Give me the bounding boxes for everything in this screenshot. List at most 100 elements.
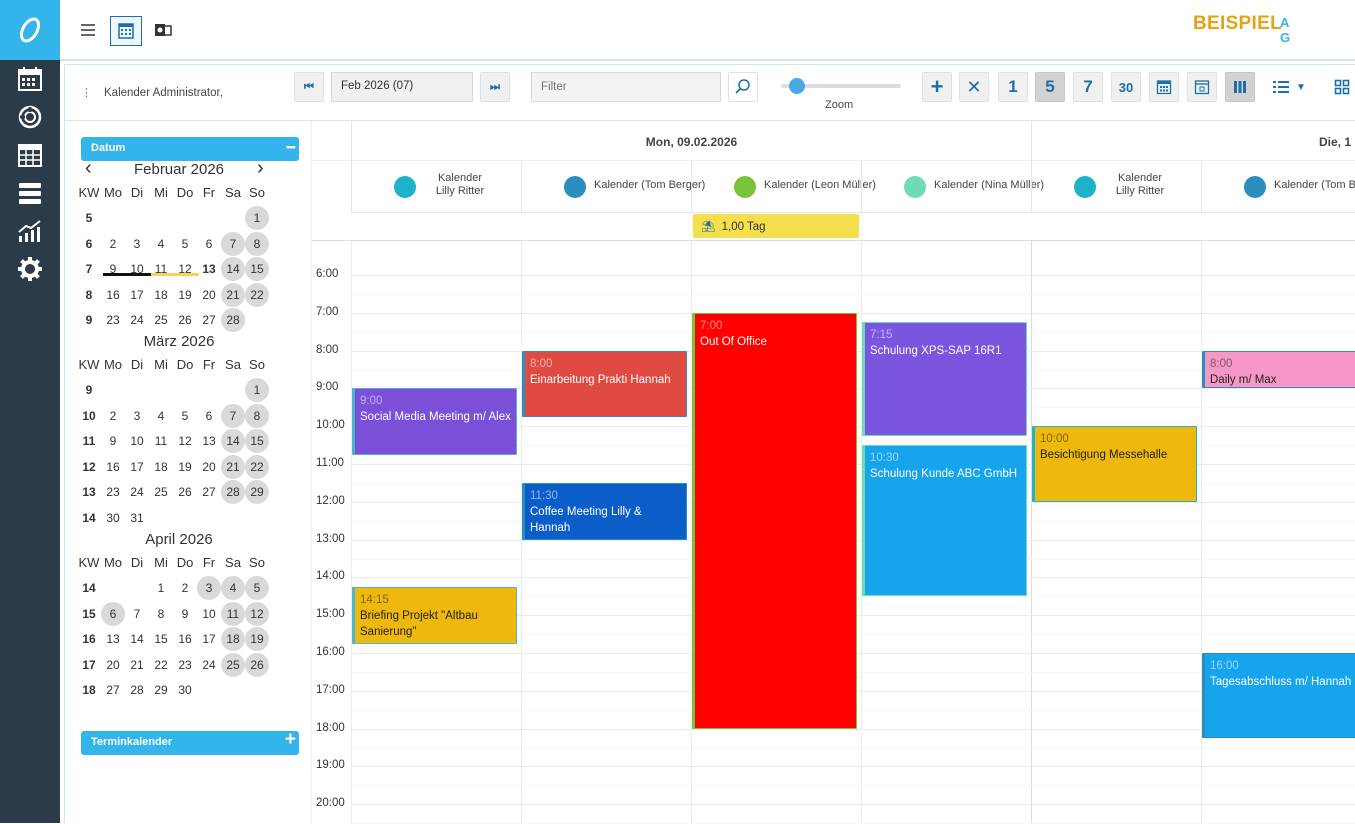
- calendar-day[interactable]: 28: [125, 678, 149, 702]
- calendar-day[interactable]: 1: [149, 576, 173, 600]
- calendar-day[interactable]: 13: [197, 429, 221, 453]
- calendar-day[interactable]: 8: [149, 602, 173, 626]
- calendar-day[interactable]: 27: [197, 308, 221, 332]
- calendar-column-header[interactable]: Kalender (Leon Müller): [691, 161, 876, 213]
- calendar-day[interactable]: 18: [149, 283, 173, 307]
- calendar-column-header[interactable]: Kalender (Tom Berger): [521, 161, 705, 213]
- calendar-day[interactable]: 17: [197, 627, 221, 651]
- expand-plus-icon[interactable]: +: [285, 729, 296, 751]
- calendar-day[interactable]: 6: [197, 232, 221, 256]
- calendar-day[interactable]: 22: [245, 282, 269, 307]
- datum-panel-header[interactable]: Datum ━: [81, 137, 299, 161]
- calendar-day[interactable]: 17: [125, 283, 149, 307]
- calendar-day[interactable]: 24: [197, 653, 221, 677]
- calendar-day[interactable]: 29: [245, 480, 269, 504]
- calendar-day[interactable]: 20: [197, 283, 221, 307]
- calendar-day[interactable]: 30: [101, 506, 125, 530]
- zoom-slider[interactable]: [781, 78, 901, 94]
- calendar-day[interactable]: 2: [101, 404, 125, 428]
- calendar-day[interactable]: 19: [245, 627, 269, 651]
- calendar-day[interactable]: 15: [149, 627, 173, 651]
- calendar-day[interactable]: 18: [221, 627, 245, 651]
- view-5-days-button[interactable]: 5: [1035, 72, 1065, 102]
- view-30-days-button[interactable]: 30: [1111, 72, 1141, 102]
- calendar-day[interactable]: 19: [173, 283, 197, 307]
- calendar-day[interactable]: 24: [125, 480, 149, 504]
- calendar-day[interactable]: 6: [101, 601, 125, 626]
- calendar-day[interactable]: 26: [173, 480, 197, 504]
- calendar-day[interactable]: 29: [149, 678, 173, 702]
- calendar-day[interactable]: 3: [125, 404, 149, 428]
- calendar-event[interactable]: 16:00 Tagesabschluss m/ Hannah: [1202, 653, 1355, 739]
- calendar-day[interactable]: 7: [221, 403, 245, 428]
- today-button[interactable]: [1187, 72, 1217, 102]
- calendar-event[interactable]: 9:00 Social Media Meeting m/ Alex: [352, 388, 517, 455]
- calendar-day[interactable]: 4: [149, 404, 173, 428]
- calendar-day[interactable]: 6: [197, 404, 221, 428]
- calendar-day[interactable]: 21: [221, 282, 245, 307]
- calendar-day[interactable]: 14: [221, 257, 245, 281]
- calendar-day[interactable]: 22: [245, 454, 269, 479]
- calendar-view-tab[interactable]: [110, 16, 142, 46]
- calendar-day[interactable]: 25: [149, 480, 173, 504]
- calendar-day[interactable]: 5: [173, 404, 197, 428]
- calendar-day[interactable]: 16: [101, 283, 125, 307]
- calendar-day[interactable]: 23: [173, 653, 197, 677]
- calendar-day[interactable]: 18: [149, 455, 173, 479]
- gear-icon[interactable]: [17, 256, 43, 282]
- calendar-day[interactable]: 26: [173, 308, 197, 332]
- calendar-day[interactable]: 8: [245, 403, 269, 428]
- month-view-button[interactable]: [1149, 72, 1179, 102]
- calendar-event[interactable]: 11:30 Coffee Meeting Lilly & Hannah: [522, 482, 687, 540]
- last-period-button[interactable]: ⏭: [480, 72, 510, 102]
- chart-icon[interactable]: [17, 218, 43, 244]
- filter-input[interactable]: [531, 72, 721, 102]
- calendar-day[interactable]: 19: [173, 455, 197, 479]
- calendar-day[interactable]: 10: [125, 429, 149, 453]
- calendar-day[interactable]: 13: [101, 627, 125, 651]
- first-period-button[interactable]: ⏮: [294, 72, 324, 102]
- calendar-day[interactable]: 2: [173, 576, 197, 600]
- calendar-day[interactable]: 21: [125, 653, 149, 677]
- lifebuoy-icon[interactable]: [17, 104, 43, 130]
- calendar-day[interactable]: 5: [173, 232, 197, 256]
- calendar-event[interactable]: 10:30 Schulung Kunde ABC GmbH: [862, 445, 1027, 597]
- calendar-day[interactable]: 12: [173, 429, 197, 453]
- calendar-day[interactable]: 9: [101, 257, 125, 281]
- terminkalender-panel-header[interactable]: Terminkalender +: [81, 729, 299, 755]
- calendar-day[interactable]: 25: [221, 652, 245, 677]
- calendar-day[interactable]: 11: [221, 601, 245, 626]
- next-month-icon[interactable]: ›: [257, 157, 264, 180]
- calendar-column-header[interactable]: Kalender Lilly Ritter: [1031, 161, 1201, 213]
- calendar-day[interactable]: 21: [221, 454, 245, 479]
- calendar-day[interactable]: 1: [245, 206, 269, 230]
- calendar-day[interactable]: 20: [197, 455, 221, 479]
- calendar-icon[interactable]: [17, 66, 43, 92]
- calendar-day[interactable]: 30: [173, 678, 197, 702]
- calendar-column-header[interactable]: Kalender Lilly Ritter: [351, 161, 521, 213]
- calendar-day[interactable]: 9: [173, 602, 197, 626]
- calendar-day[interactable]: 12: [173, 257, 197, 281]
- calendar-day[interactable]: 24: [125, 308, 149, 332]
- calendar-day[interactable]: 27: [197, 480, 221, 504]
- calendar-day[interactable]: 14: [125, 627, 149, 651]
- add-event-button[interactable]: +: [922, 72, 952, 102]
- calendar-day[interactable]: 23: [101, 480, 125, 504]
- calendar-day[interactable]: 5: [245, 576, 269, 600]
- calendar-day[interactable]: 15: [245, 429, 269, 453]
- calendar-column-header[interactable]: Kalender (Nina Müller): [861, 161, 1044, 213]
- collapse-icon[interactable]: ━: [287, 139, 295, 156]
- prev-month-icon[interactable]: ‹: [85, 157, 92, 180]
- view-7-days-button[interactable]: 7: [1073, 72, 1103, 102]
- calendar-day[interactable]: 13: [197, 257, 221, 281]
- zoom-slider-handle[interactable]: [789, 78, 805, 94]
- calendar-day[interactable]: 28: [221, 480, 245, 504]
- calendar-day[interactable]: 31: [125, 506, 149, 530]
- spreadsheet-icon[interactable]: [17, 142, 43, 168]
- calendar-event[interactable]: 10:00 Besichtigung Messehalle: [1032, 426, 1197, 502]
- calendar-event[interactable]: 7:15 Schulung XPS-SAP 16R1: [862, 322, 1027, 436]
- calendar-event[interactable]: 8:00 Einarbeitung Prakti Hannah: [522, 350, 687, 417]
- calendar-day[interactable]: 7: [125, 602, 149, 626]
- calendar-event[interactable]: 8:00 Daily m/ Max: [1202, 350, 1355, 389]
- hamburger-menu-icon[interactable]: [78, 17, 102, 43]
